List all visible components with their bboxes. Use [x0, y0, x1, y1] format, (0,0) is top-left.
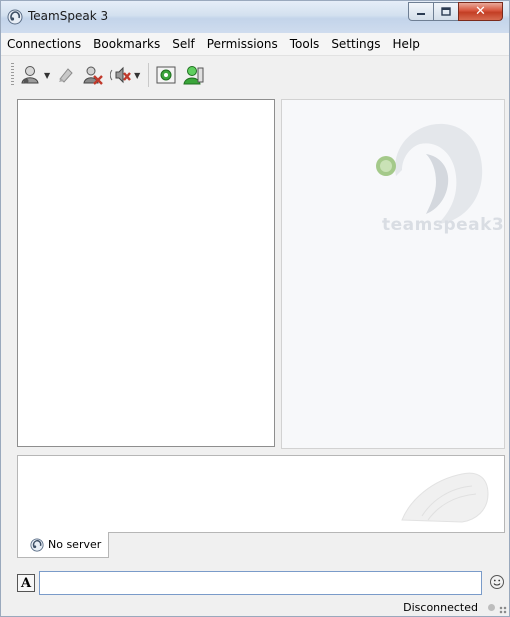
app-window: TeamSpeak 3 ✕ Connections Bookmarks Self… — [0, 0, 510, 617]
menu-permissions[interactable]: Permissions — [201, 33, 284, 55]
menu-connections[interactable]: Connections — [1, 33, 87, 55]
identity-icon — [183, 66, 204, 85]
connection-status: Disconnected — [403, 600, 478, 614]
tab-label: No server — [48, 538, 102, 551]
chevron-down-icon[interactable]: ▼ — [134, 71, 140, 80]
emoticon-icon[interactable] — [489, 574, 505, 590]
teamspeak-app-icon — [7, 9, 23, 25]
resize-grip[interactable] — [499, 606, 507, 614]
menu-tools[interactable]: Tools — [284, 33, 326, 55]
chevron-down-icon[interactable]: ▼ — [44, 71, 50, 80]
toolbar-grip[interactable] — [11, 63, 14, 87]
menu-bookmarks[interactable]: Bookmarks — [87, 33, 166, 55]
menu-settings[interactable]: Settings — [325, 33, 386, 55]
mute-speaker-icon — [110, 66, 132, 84]
window-controls: ✕ — [408, 2, 503, 22]
close-button[interactable]: ✕ — [458, 2, 503, 21]
away-button[interactable] — [82, 64, 104, 86]
mute-speakers-button[interactable]: ▼ — [110, 64, 140, 86]
window-title: TeamSpeak 3 — [28, 9, 109, 23]
subscribe-icon — [156, 66, 176, 84]
menu-self[interactable]: Self — [166, 33, 201, 55]
identity-button[interactable] — [183, 64, 205, 86]
maximize-button[interactable] — [433, 2, 459, 21]
toolbar-separator — [148, 63, 150, 87]
menu-help[interactable]: Help — [387, 33, 426, 55]
subscribe-button[interactable] — [155, 64, 177, 86]
connect-button[interactable]: ▼ — [20, 64, 50, 86]
bookmark-button[interactable] — [56, 65, 76, 85]
server-info-panel: teamspeak3 — [281, 99, 505, 449]
font-format-icon: A — [20, 575, 32, 591]
teamspeak-logo-text: teamspeak3 — [382, 215, 505, 235]
title-bar[interactable]: TeamSpeak 3 ✕ — [1, 1, 509, 33]
text-format-button[interactable]: A — [17, 574, 35, 592]
maximize-icon — [441, 7, 451, 16]
chat-log[interactable] — [17, 455, 505, 533]
bookmark-icon — [59, 68, 73, 83]
connect-icon — [21, 66, 39, 84]
teamspeak-watermark-icon — [401, 472, 489, 523]
minimize-icon — [417, 12, 425, 15]
chat-input[interactable] — [39, 571, 482, 595]
away-icon — [83, 66, 104, 85]
menu-bar: Connections Bookmarks Self Permissions T… — [1, 33, 509, 56]
minimize-button[interactable] — [408, 2, 434, 21]
toolbar: ▼ ▼ — [1, 56, 509, 94]
status-indicator-icon — [488, 603, 495, 611]
status-bar: Disconnected — [1, 598, 509, 616]
teamspeak-tab-icon — [30, 537, 44, 552]
close-icon: ✕ — [475, 4, 486, 19]
server-tree-panel[interactable] — [17, 99, 275, 447]
tab-no-server[interactable]: No server — [17, 532, 109, 558]
